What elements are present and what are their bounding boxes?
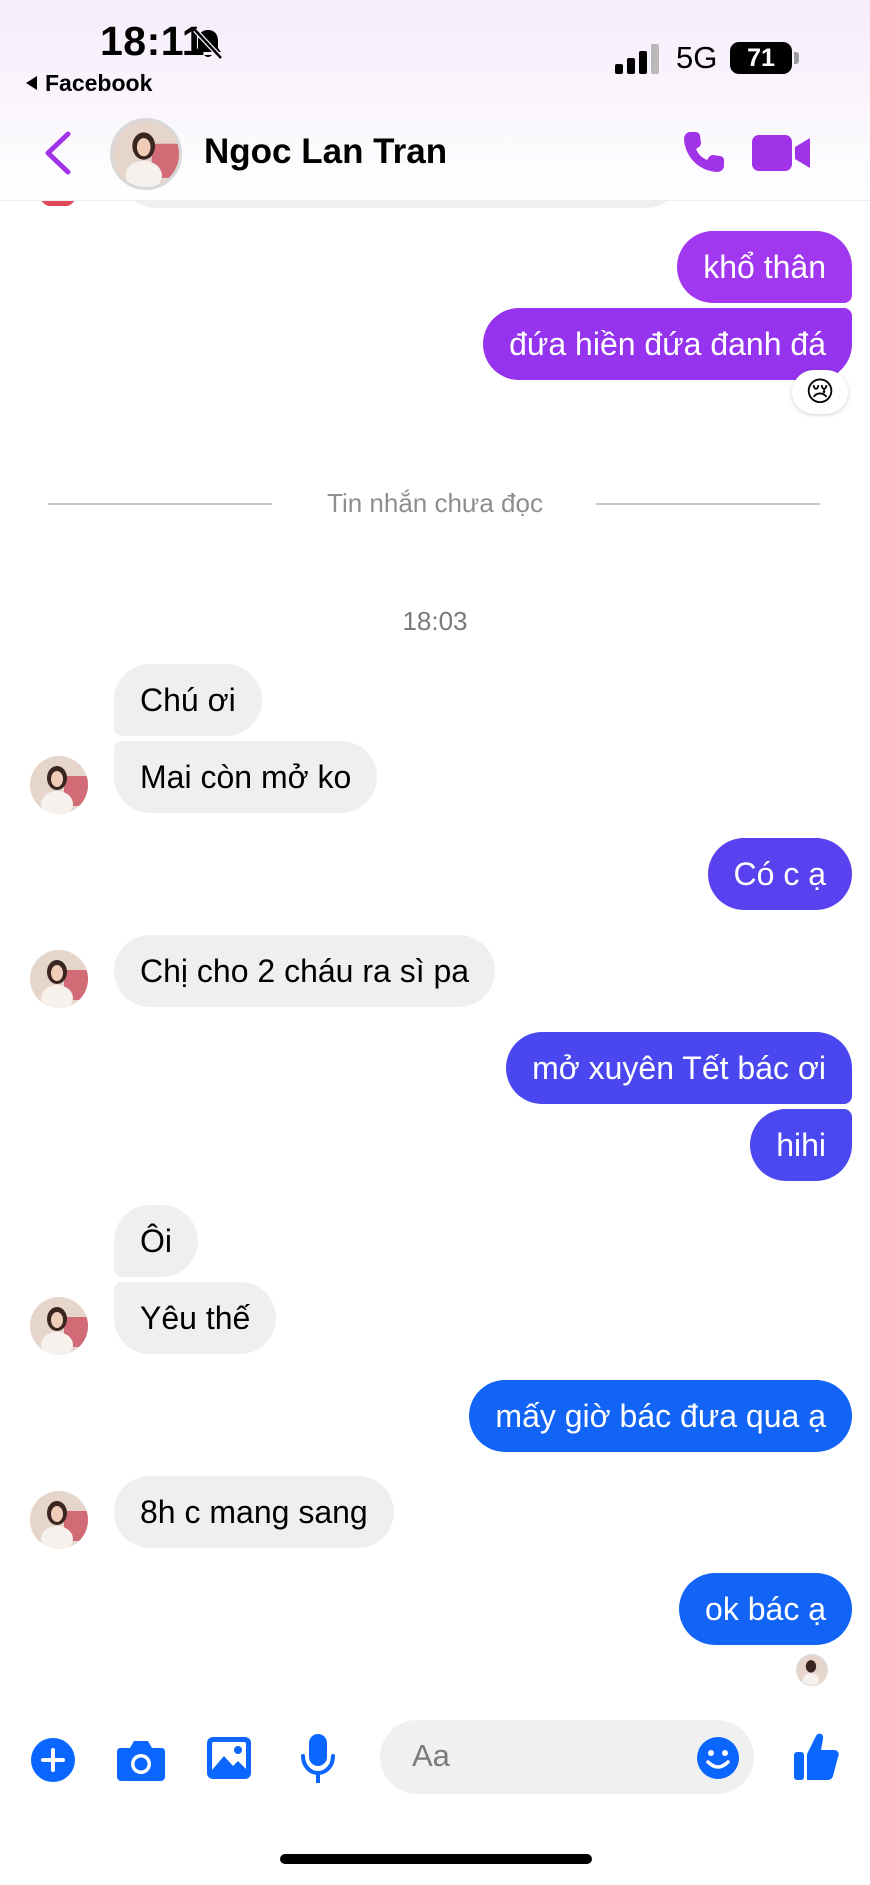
message-incoming[interactable]: 8h c mang sang <box>114 1476 394 1548</box>
unread-divider-label: Tin nhắn chưa đọc <box>327 488 543 518</box>
message-input-placeholder: Aa <box>412 1738 450 1773</box>
contact-avatar[interactable] <box>30 1297 88 1355</box>
message-outgoing[interactable]: khổ thân <box>677 231 852 303</box>
back-triangle-icon <box>26 75 37 90</box>
message-outgoing[interactable]: mấy giờ bác đưa qua ạ <box>469 1380 852 1452</box>
gallery-image-icon[interactable] <box>206 1736 252 1780</box>
conversation[interactable]: khổ thân đứa hiền đứa đanh đá 😢 Tin nhắn… <box>0 0 870 1885</box>
crying-emoji-icon: 😢 <box>805 376 835 407</box>
top-bar: 18:11 Facebook 5G 71 Ngoc Lan Tran <box>0 0 870 201</box>
home-indicator <box>280 1854 592 1864</box>
message-outgoing[interactable]: ok bác ạ <box>679 1573 852 1645</box>
microphone-icon[interactable] <box>300 1733 336 1785</box>
plus-icon[interactable] <box>30 1737 76 1783</box>
emoji-icon[interactable] <box>696 1736 740 1780</box>
contact-avatar[interactable] <box>30 1491 88 1549</box>
battery-icon: 71 <box>730 42 792 74</box>
network-type: 5G <box>676 40 718 75</box>
contact-avatar[interactable] <box>30 756 88 814</box>
message-outgoing[interactable]: đứa hiền đứa đanh đá <box>483 308 852 380</box>
battery-cap <box>794 52 799 64</box>
message-timestamp: 18:03 <box>402 606 468 636</box>
message-incoming[interactable]: Chú ơi <box>114 664 262 736</box>
message-incoming[interactable]: Ôi <box>114 1205 198 1277</box>
contact-name[interactable]: Ngoc Lan Tran <box>204 132 447 172</box>
phone-call-icon[interactable] <box>680 128 728 176</box>
message-input[interactable]: Aa <box>380 1720 754 1794</box>
contact-profile-avatar[interactable] <box>110 118 182 190</box>
message-incoming[interactable]: Mai còn mở ko <box>114 741 378 813</box>
message-outgoing[interactable]: hihi <box>750 1109 852 1181</box>
message-outgoing[interactable]: Có c ạ <box>707 838 852 910</box>
video-call-icon[interactable] <box>752 132 812 174</box>
back-to-app-link[interactable]: Facebook <box>26 70 152 97</box>
contact-avatar[interactable] <box>30 950 88 1008</box>
back-app-label: Facebook <box>45 70 153 96</box>
message-incoming[interactable]: Yêu thế <box>114 1282 277 1354</box>
message-outgoing[interactable]: mở xuyên Tết bác ơi <box>506 1032 852 1104</box>
cellular-signal-icon <box>615 44 659 74</box>
seen-indicator-avatar <box>796 1654 828 1686</box>
message-incoming[interactable]: Chị cho 2 cháu ra sì pa <box>114 935 496 1007</box>
message-composer: Aa <box>0 1712 870 1822</box>
camera-icon[interactable] <box>116 1736 166 1782</box>
back-chevron-icon[interactable] <box>42 130 74 176</box>
thumbs-up-icon[interactable] <box>792 1730 840 1782</box>
reaction-badge[interactable]: 😢 <box>792 370 848 414</box>
muted-bell-icon <box>193 28 223 60</box>
